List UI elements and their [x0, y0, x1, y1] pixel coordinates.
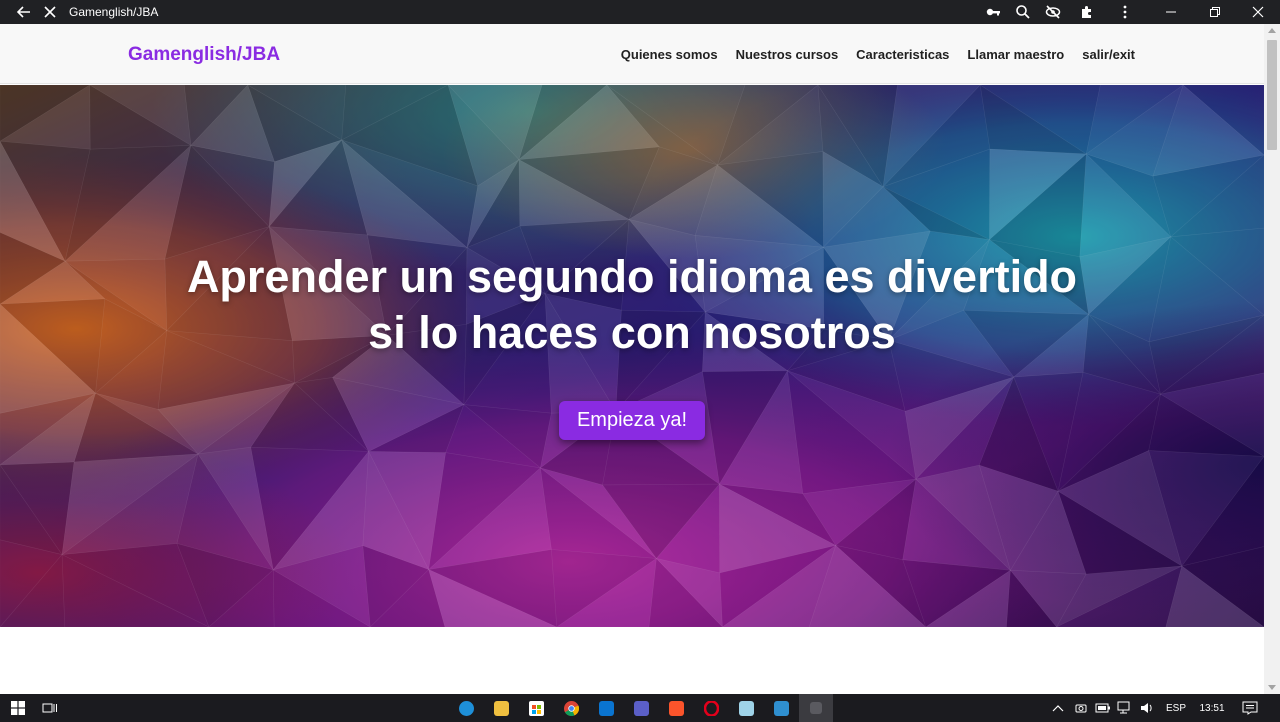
system-clock[interactable]: 13:51	[1195, 694, 1229, 722]
extensions-icon[interactable]	[1075, 0, 1099, 24]
site-navbar: Gamenglish/JBA Quienes somos Nuestros cu…	[0, 24, 1264, 84]
back-arrow-icon[interactable]	[12, 0, 36, 24]
mail-icon[interactable]	[589, 694, 623, 722]
minimize-icon[interactable]	[1149, 0, 1193, 24]
hero-title: Aprender un segundo idioma es divertido …	[0, 249, 1264, 361]
scroll-up-arrow-icon[interactable]	[1268, 28, 1276, 33]
windows-start-icon[interactable]	[6, 694, 30, 722]
close-icon[interactable]	[1236, 0, 1280, 24]
store-icon[interactable]	[519, 694, 553, 722]
tracking-blocked-icon[interactable]	[1041, 0, 1065, 24]
web-page: Gamenglish/JBA Quienes somos Nuestros cu…	[0, 24, 1264, 694]
windows-taskbar: ESP 13:51	[0, 694, 1280, 722]
task-view-icon[interactable]	[38, 694, 62, 722]
nav-link-quienes-somos[interactable]: Quienes somos	[621, 47, 718, 62]
menu-icon[interactable]	[1113, 0, 1137, 24]
tab-title: Gamenglish/JBA	[69, 5, 159, 19]
volume-icon[interactable]	[1137, 694, 1157, 722]
notifications-icon[interactable]	[1238, 694, 1262, 722]
camera-icon[interactable]	[1072, 694, 1090, 722]
opera-icon[interactable]	[694, 694, 728, 722]
file-explorer-icon[interactable]	[484, 694, 518, 722]
restore-icon[interactable]	[1193, 0, 1237, 24]
chrome-icon[interactable]	[554, 694, 588, 722]
nav-links: Quienes somos Nuestros cursos Caracteris…	[621, 47, 1135, 62]
input-language[interactable]: ESP	[1162, 694, 1190, 722]
teams-icon[interactable]	[624, 694, 658, 722]
nav-link-llamar-maestro[interactable]: Llamar maestro	[967, 47, 1064, 62]
nav-link-nuestros-cursos[interactable]: Nuestros cursos	[736, 47, 839, 62]
battery-icon[interactable]	[1093, 694, 1113, 722]
hero-title-line-1: Aprender un segundo idioma es divertido	[186, 251, 1078, 302]
active-app-icon[interactable]	[799, 694, 833, 722]
nav-link-caracteristicas[interactable]: Caracteristicas	[856, 47, 949, 62]
show-hidden-icons-icon[interactable]	[1048, 694, 1068, 722]
photos-icon[interactable]	[764, 694, 798, 722]
notepad-icon[interactable]	[729, 694, 763, 722]
brand-logo-link[interactable]: Gamenglish/JBA	[128, 44, 280, 66]
brave-icon[interactable]	[659, 694, 693, 722]
scrollbar-thumb[interactable]	[1267, 40, 1277, 150]
zoom-icon[interactable]	[1011, 0, 1035, 24]
nav-link-salir[interactable]: salir/exit	[1082, 47, 1135, 62]
page-scrollbar[interactable]	[1264, 24, 1280, 694]
edge-icon[interactable]	[449, 694, 483, 722]
start-now-button[interactable]: Empieza ya!	[559, 401, 705, 440]
key-icon[interactable]	[981, 0, 1005, 24]
hero-section: Aprender un segundo idioma es divertido …	[0, 85, 1264, 627]
scroll-down-arrow-icon[interactable]	[1268, 685, 1276, 690]
network-icon[interactable]	[1115, 694, 1135, 722]
hero-title-line-2: si lo haces con nosotros	[368, 307, 896, 358]
stop-icon[interactable]	[38, 0, 62, 24]
browser-title-bar: Gamenglish/JBA	[0, 0, 1280, 24]
